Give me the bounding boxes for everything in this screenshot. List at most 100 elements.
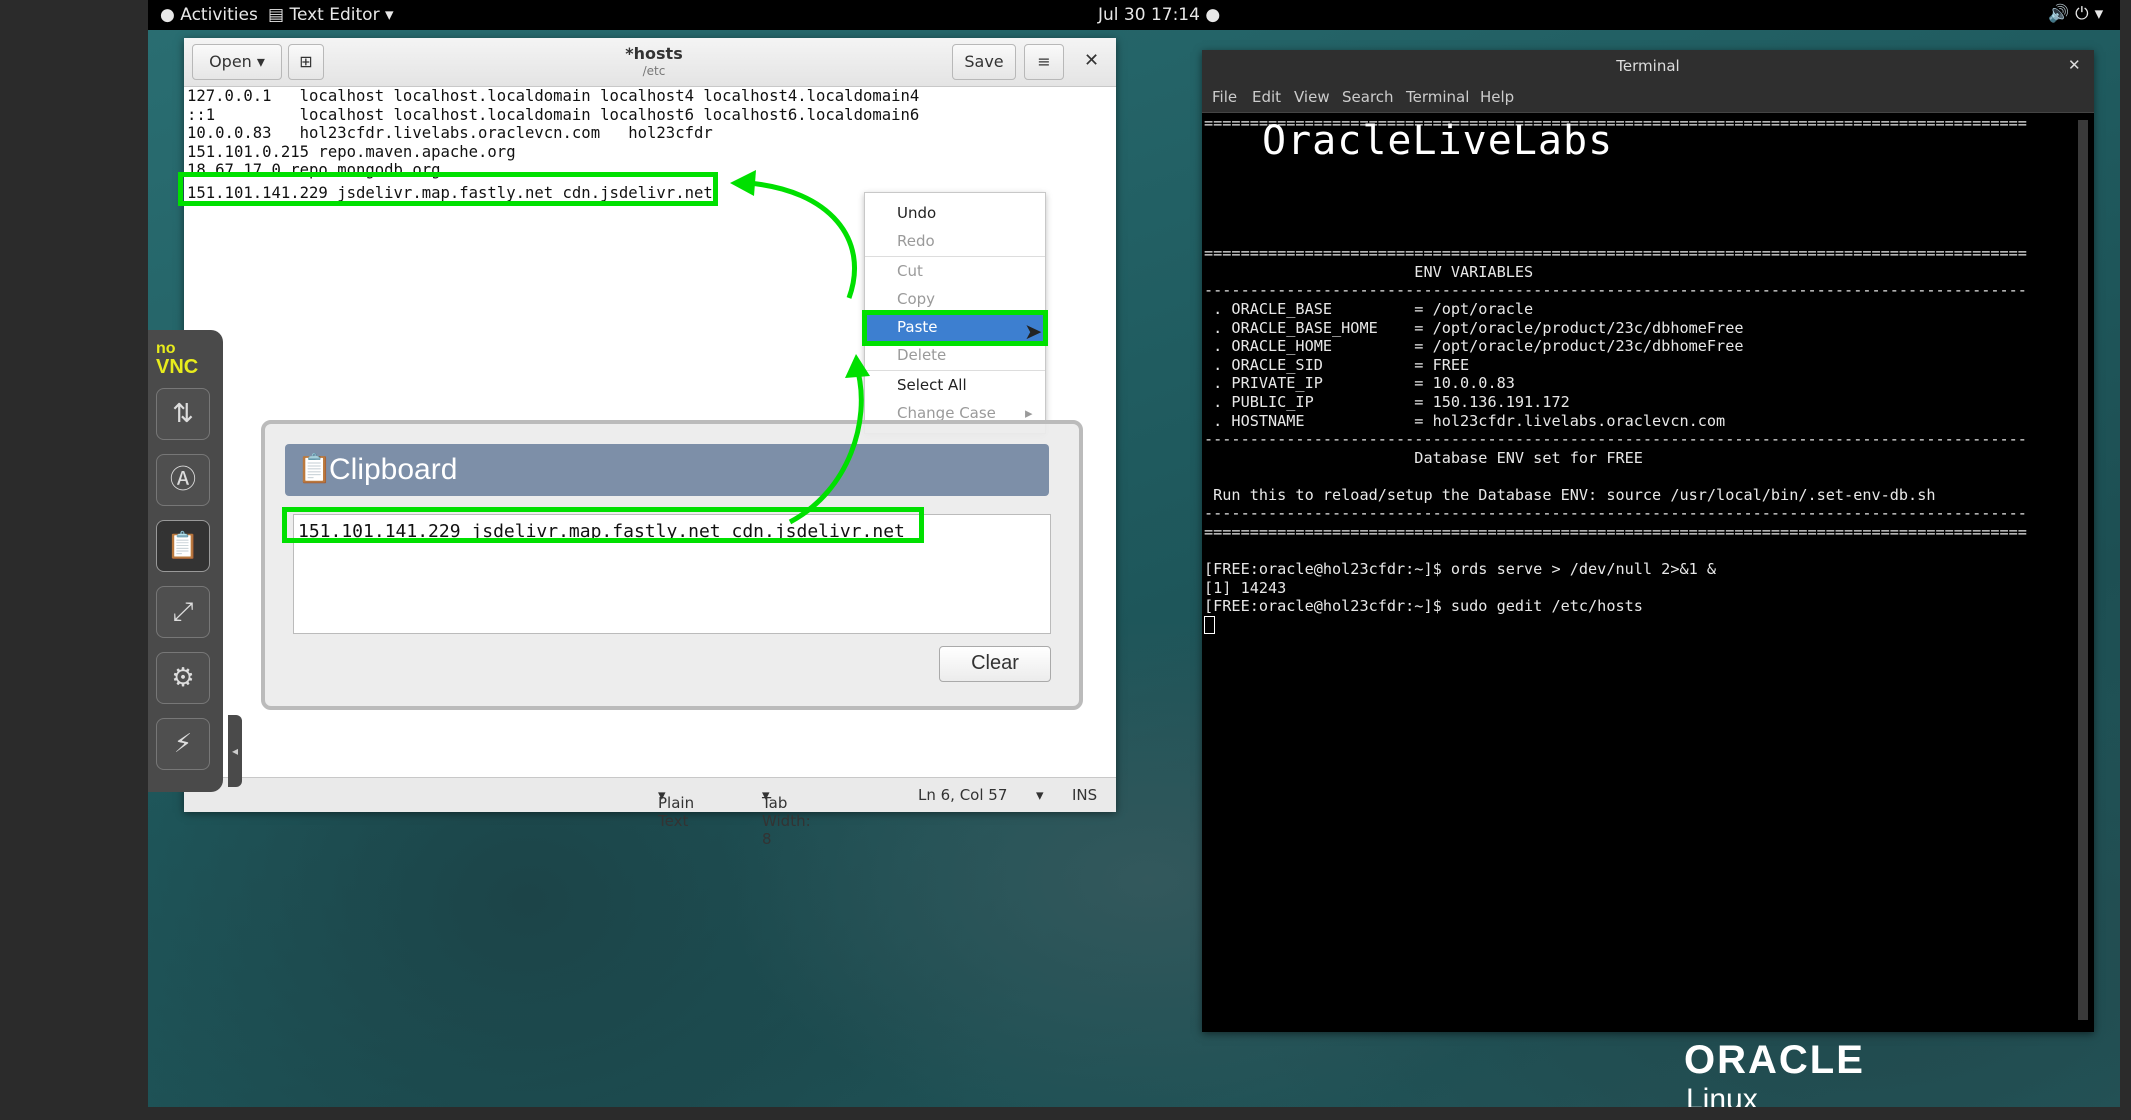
terminal-output[interactable]: OracleLiveLabs =========================… (1202, 114, 2072, 1032)
terminal-line: . PUBLIC_IP = 150.136.191.172 (1204, 392, 1570, 411)
clipboard-panel: 📋 Clipboard 151.101.141.229 jsdelivr.map… (261, 420, 1083, 710)
menu-help[interactable]: Help (1480, 88, 1514, 106)
document-title: *hosts (625, 44, 683, 63)
menu-item-select-all[interactable]: Select All (865, 371, 1045, 399)
system-tray[interactable]: 🔊⏻▾ (2048, 4, 2109, 24)
novnc-logo: no VNC (156, 340, 216, 378)
terminal-line: Database ENV set for FREE (1204, 448, 1643, 467)
menu-item-cut[interactable]: Cut (865, 257, 1045, 285)
fullscreen-button[interactable]: ⤢ (156, 586, 210, 638)
keyboard-icon: Ⓐ (169, 465, 196, 495)
close-icon[interactable]: ✕ (1084, 50, 1099, 71)
editor-line: 10.0.0.83 hol23cfdr.livelabs.oraclevcn.c… (187, 124, 713, 143)
chevron-down-icon: ▾ (2094, 4, 2110, 24)
close-icon[interactable]: ✕ (2068, 56, 2081, 74)
menu-edit[interactable]: Edit (1252, 88, 1281, 106)
oracle-logo-text: ORACLE (1684, 1038, 1865, 1082)
terminal-prompt-line: [FREE:oracle@hol23cfdr:~]$ sudo gedit /e… (1204, 597, 1643, 616)
position-dropdown-icon[interactable]: ▾ (1036, 786, 1044, 804)
save-button[interactable]: Save (952, 44, 1016, 80)
clipboard-icon: 📋 (297, 453, 332, 484)
terminal-prompt-line: [FREE:oracle@hol23cfdr:~]$ ords serve > … (1204, 560, 1717, 579)
tab-width-label: Tab Width: 8 (762, 794, 811, 848)
menu-file[interactable]: File (1212, 88, 1237, 106)
disconnect-icon: ⚡ (173, 729, 193, 759)
language-selector[interactable]: Plain Text ▾ (658, 786, 694, 830)
clipboard-title: Clipboard (329, 453, 458, 486)
menu-item-copy[interactable]: Copy (865, 285, 1045, 313)
fullscreen-icon: ⤢ (172, 597, 194, 627)
terminal-line: . ORACLE_BASE_HOME = /opt/oracle/product… (1204, 318, 1744, 337)
terminal-line: . HOSTNAME = hol23cfdr.livelabs.oraclevc… (1204, 411, 1726, 430)
hamburger-menu-button[interactable]: ≡ (1024, 44, 1064, 80)
disconnect-button[interactable]: ⚡ (156, 718, 210, 770)
clear-button[interactable]: Clear (939, 646, 1051, 682)
menu-terminal[interactable]: Terminal (1406, 88, 1469, 106)
menu-item-redo[interactable]: Redo (865, 227, 1045, 255)
document-path: /etc (642, 64, 666, 78)
drag-icon: ⇅ (172, 399, 194, 429)
cursor-position: Ln 6, Col 57 (918, 786, 1008, 804)
vnc-right-border (2120, 0, 2131, 1120)
volume-icon: 🔊 (2048, 4, 2076, 24)
menu-search[interactable]: Search (1342, 88, 1394, 106)
pasted-line-highlight (178, 172, 718, 206)
gnome-top-bar: ● Activities ▤ Text Editor ▾ Jul 30 17:1… (148, 0, 2120, 30)
status-bar: Plain Text ▾ Tab Width: 8 ▾ Ln 6, Col 57… (184, 777, 1116, 848)
vnc-bottom-border (148, 1107, 2131, 1120)
terminal-title: Terminal (1616, 57, 1680, 75)
clipboard-text-highlight (282, 507, 924, 543)
livelabs-ascii-banner: OracleLiveLabs (1262, 118, 1614, 164)
oracle-linux-logo: ORACLE Linux (1684, 1038, 1865, 1107)
terminal-cursor (1202, 616, 2072, 635)
open-button[interactable]: Open ▾ (192, 44, 282, 80)
language-label: Plain Text (658, 794, 695, 830)
clipboard-header: 📋 Clipboard (285, 444, 1049, 496)
activities-label: Activities (180, 5, 258, 25)
terminal-line: ENV VARIABLES (1204, 262, 1534, 281)
drag-viewport-button[interactable]: ⇅ (156, 388, 210, 440)
clock-label: Jul 30 17:14 (1098, 5, 1200, 25)
new-document-icon: ⊞ (299, 52, 313, 71)
terminal-line: ========================================… (1204, 244, 2027, 263)
clipboard-icon: 📋 (166, 531, 200, 561)
editor-line: 127.0.0.1 localhost localhost.localdomai… (187, 87, 920, 105)
app-menu[interactable]: ▤ Text Editor ▾ (268, 5, 394, 25)
terminal-line: Run this to reload/setup the Database EN… (1204, 485, 1936, 504)
clipboard-button[interactable]: 📋 (156, 520, 210, 572)
tab-width-selector[interactable]: Tab Width: 8 ▾ (762, 786, 811, 848)
terminal-line: ========================================… (1204, 523, 2027, 542)
open-label: Open (209, 52, 252, 71)
editor-line: 151.101.0.215 repo.maven.apache.org (187, 142, 516, 161)
insert-mode: INS (1072, 786, 1098, 804)
paste-item-highlight (862, 310, 1048, 346)
activities-button[interactable]: ● Activities (160, 5, 258, 25)
linux-logo-text: Linux (1686, 1083, 1758, 1107)
mouse-cursor-icon: ➤ (1024, 320, 1043, 345)
new-document-button[interactable]: ⊞ (288, 44, 324, 80)
desktop: ● Activities ▤ Text Editor ▾ Jul 30 17:1… (148, 0, 2120, 1107)
terminal-scrollbar[interactable] (2078, 120, 2088, 1020)
terminal-line: . ORACLE_HOME = /opt/oracle/product/23c/… (1204, 337, 1744, 356)
editor-line: ::1 localhost localhost.localdomain loca… (187, 105, 920, 124)
vnc-left-border (0, 0, 148, 1120)
menu-item-undo[interactable]: Undo (865, 199, 1045, 227)
gedit-header-bar: Open ▾ ⊞ *hosts /etc Save ≡ ✕ (184, 38, 1116, 87)
settings-button[interactable]: ⚙ (156, 652, 210, 704)
clock[interactable]: Jul 30 17:14 ● (1098, 5, 1220, 25)
keyboard-button[interactable]: Ⓐ (156, 454, 210, 506)
control-bar-handle[interactable]: ◂ (228, 715, 242, 787)
menu-view[interactable]: View (1294, 88, 1330, 106)
novnc-logo-bottom: VNC (156, 356, 199, 378)
terminal-line: . ORACLE_BASE = /opt/oracle (1204, 299, 1534, 318)
menu-icon: ≡ (1037, 52, 1051, 71)
terminal-line: ----------------------------------------… (1204, 281, 2027, 300)
terminal-line: ----------------------------------------… (1204, 504, 2027, 523)
terminal-window: Terminal ✕ File Edit View Search Termina… (1202, 50, 2094, 1032)
